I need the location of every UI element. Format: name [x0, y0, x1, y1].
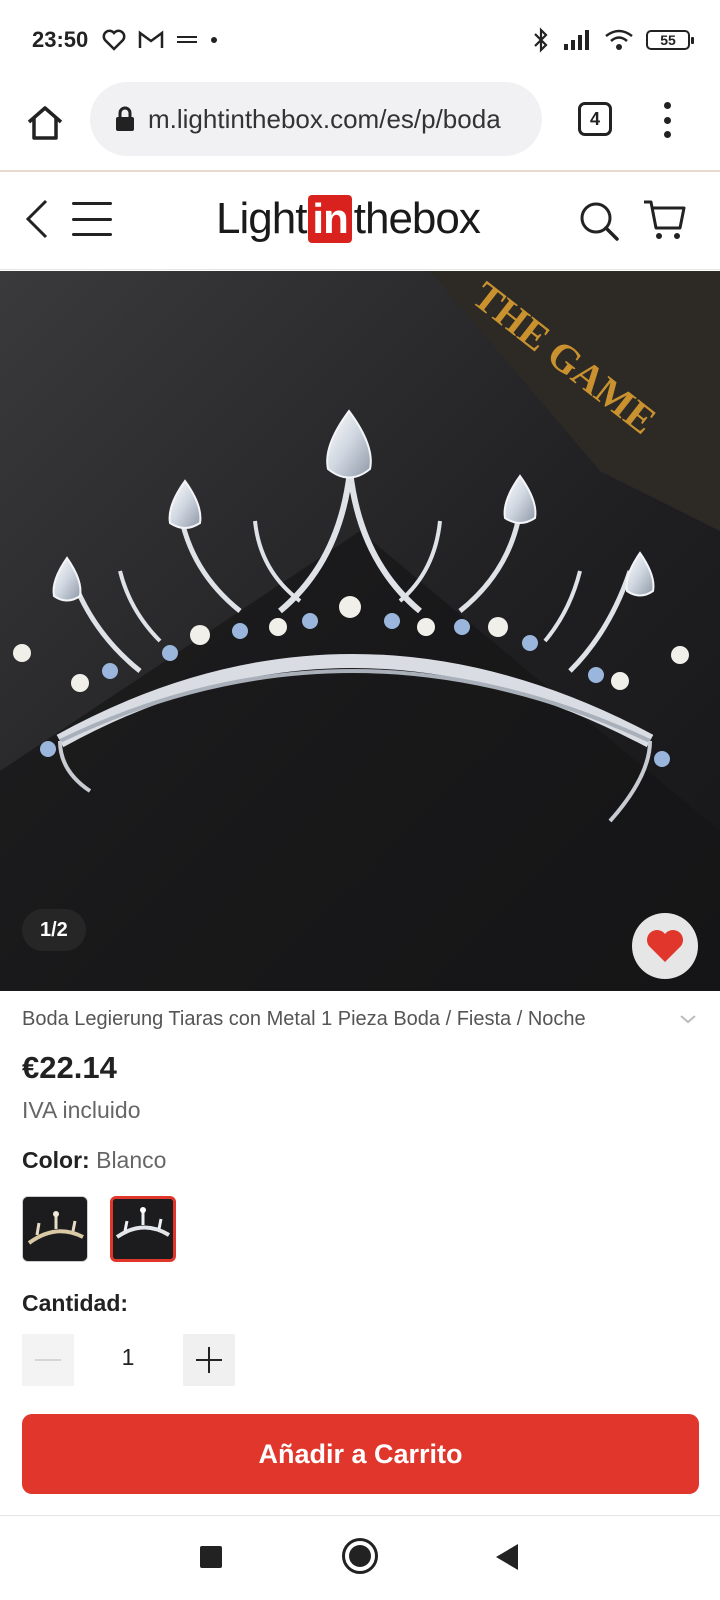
browser-home-button[interactable] [22, 100, 68, 146]
gmail-icon [139, 30, 164, 48]
url-bar[interactable]: m.lightinthebox.com/es/p/boda [90, 82, 542, 156]
back-icon[interactable] [22, 198, 52, 240]
search-icon[interactable] [578, 200, 620, 242]
color-value: Blanco [96, 1147, 167, 1173]
status-bar: 23:50 55 [0, 0, 720, 80]
lock-icon [116, 106, 134, 131]
swatch-tiara-gold-image [23, 1197, 87, 1261]
product-price: €22.14 [22, 1050, 117, 1085]
android-navigation-bar [0, 1516, 720, 1600]
tabs-button[interactable]: 4 [578, 102, 612, 136]
swatch-tiara-white-image [113, 1199, 173, 1259]
menu-dot [663, 102, 671, 109]
color-swatch-gold[interactable] [22, 1196, 88, 1262]
recent-apps-icon[interactable] [200, 1546, 222, 1568]
cart-icon[interactable] [642, 198, 688, 242]
site-header: Light in thebox [0, 172, 720, 270]
color-swatch-white[interactable] [110, 1196, 176, 1262]
minus-icon [35, 1359, 61, 1361]
quantity-increase-button[interactable] [183, 1334, 235, 1386]
chevron-down-icon[interactable] [678, 1012, 698, 1026]
add-to-cart-button[interactable]: Añadir a Carrito [22, 1414, 699, 1494]
plus-icon [196, 1347, 222, 1373]
tiara-image: THE GAME [0, 271, 720, 991]
wifi-icon [605, 29, 633, 50]
quantity-value[interactable]: 1 [100, 1344, 156, 1371]
battery-indicator: 55 [646, 30, 694, 50]
site-logo[interactable]: Light in thebox [216, 194, 481, 244]
browser-menu-button[interactable] [652, 98, 682, 142]
signal-icon [564, 30, 589, 50]
logo-text-thebox: thebox [353, 194, 481, 243]
url-text: m.lightinthebox.com/es/p/boda [148, 103, 501, 134]
status-system-icons: 55 [532, 0, 694, 80]
abc-icon [177, 36, 198, 43]
product-title[interactable]: Boda Legierung Tiaras con Metal 1 Pieza … [22, 1008, 662, 1031]
menu-dot [663, 116, 671, 124]
logo-text-in: in [308, 195, 352, 243]
dot-icon [211, 37, 218, 43]
android-back-icon[interactable] [496, 1544, 518, 1570]
color-selection-label: Color: Blanco [22, 1147, 166, 1174]
bluetooth-icon [534, 27, 548, 53]
favorite-button[interactable] [632, 913, 698, 979]
hamburger-menu-icon[interactable] [72, 202, 112, 236]
android-home-icon[interactable] [342, 1538, 378, 1574]
heart-icon [102, 29, 126, 51]
logo-text-light: Light [216, 194, 307, 243]
heart-filled-icon [647, 930, 683, 962]
color-label: Color: [22, 1147, 90, 1173]
image-counter: 1/2 [22, 909, 86, 951]
quantity-label: Cantidad: [22, 1290, 129, 1316]
vat-note: IVA incluido [22, 1097, 141, 1123]
quantity-decrease-button[interactable] [22, 1334, 74, 1386]
status-notification-icons [102, 29, 218, 51]
menu-dot [663, 131, 671, 138]
browser-toolbar: m.lightinthebox.com/es/p/boda 4 [0, 80, 720, 170]
status-time: 23:50 [32, 27, 89, 52]
product-image-gallery[interactable]: THE GAME 1/2 [0, 271, 720, 991]
home-icon [27, 106, 63, 140]
